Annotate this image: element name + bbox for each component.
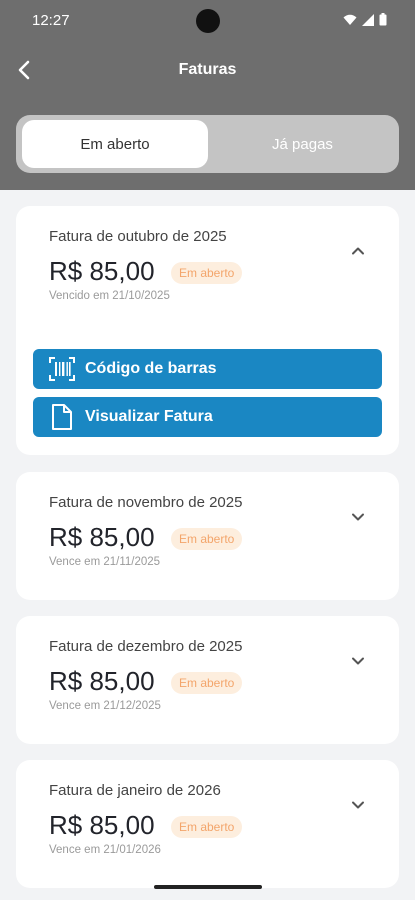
page-title: Faturas: [178, 61, 237, 78]
status-badge: Em aberto: [171, 528, 243, 550]
barcode-icon: [47, 354, 77, 384]
invoice-card[interactable]: Fatura de janeiro de 2026 R$ 85,00 Em ab…: [16, 760, 399, 888]
invoice-title: Fatura de janeiro de 2026: [49, 782, 221, 799]
tab-open[interactable]: Em aberto: [22, 120, 208, 168]
view-invoice-button[interactable]: Visualizar Fatura: [33, 397, 382, 437]
invoice-card[interactable]: Fatura de dezembro de 2025 R$ 85,00 Em a…: [16, 616, 399, 744]
view-invoice-button-label: Visualizar Fatura: [85, 408, 213, 425]
status-tabs: Em aberto Já pagas: [16, 115, 399, 173]
signal-icon: [362, 13, 374, 26]
tab-paid[interactable]: Já pagas: [212, 120, 393, 168]
status-icons: [343, 13, 387, 26]
wifi-icon: [343, 14, 357, 25]
invoice-due-date: Vence em 21/01/2026: [49, 844, 161, 856]
battery-icon: [379, 13, 387, 26]
invoice-amount: R$ 85,00: [49, 522, 155, 552]
chevron-down-icon[interactable]: [349, 508, 367, 526]
camera-cutout: [196, 9, 220, 33]
chevron-down-icon[interactable]: [349, 652, 367, 670]
status-badge: Em aberto: [171, 262, 243, 284]
invoice-amount: R$ 85,00: [49, 810, 155, 840]
invoice-amount: R$ 85,00: [49, 666, 155, 696]
app-header: Faturas Em aberto Já pagas: [0, 40, 415, 190]
chevron-down-icon[interactable]: [349, 796, 367, 814]
home-indicator[interactable]: [154, 885, 262, 889]
invoice-due-date: Vence em 21/12/2025: [49, 700, 161, 712]
invoice-amount: R$ 85,00: [49, 256, 155, 286]
invoice-due-date: Vence em 21/11/2025: [49, 556, 161, 568]
invoice-due-date: Vencido em 21/10/2025: [49, 290, 170, 302]
barcode-button-label: Código de barras: [85, 360, 217, 377]
invoice-title: Fatura de dezembro de 2025: [49, 638, 243, 655]
barcode-button[interactable]: Código de barras: [33, 349, 382, 389]
document-icon: [47, 402, 77, 432]
chevron-up-icon[interactable]: [349, 242, 367, 260]
invoice-card[interactable]: Fatura de outubro de 2025 R$ 85,00 Em ab…: [16, 206, 399, 455]
invoice-title: Fatura de outubro de 2025: [49, 228, 227, 245]
status-badge: Em aberto: [171, 672, 243, 694]
status-bar: 12:27: [0, 0, 415, 40]
status-time: 12:27: [32, 12, 70, 29]
status-badge: Em aberto: [171, 816, 243, 838]
invoice-card[interactable]: Fatura de novembro de 2025 R$ 85,00 Em a…: [16, 472, 399, 600]
invoice-title: Fatura de novembro de 2025: [49, 494, 243, 511]
